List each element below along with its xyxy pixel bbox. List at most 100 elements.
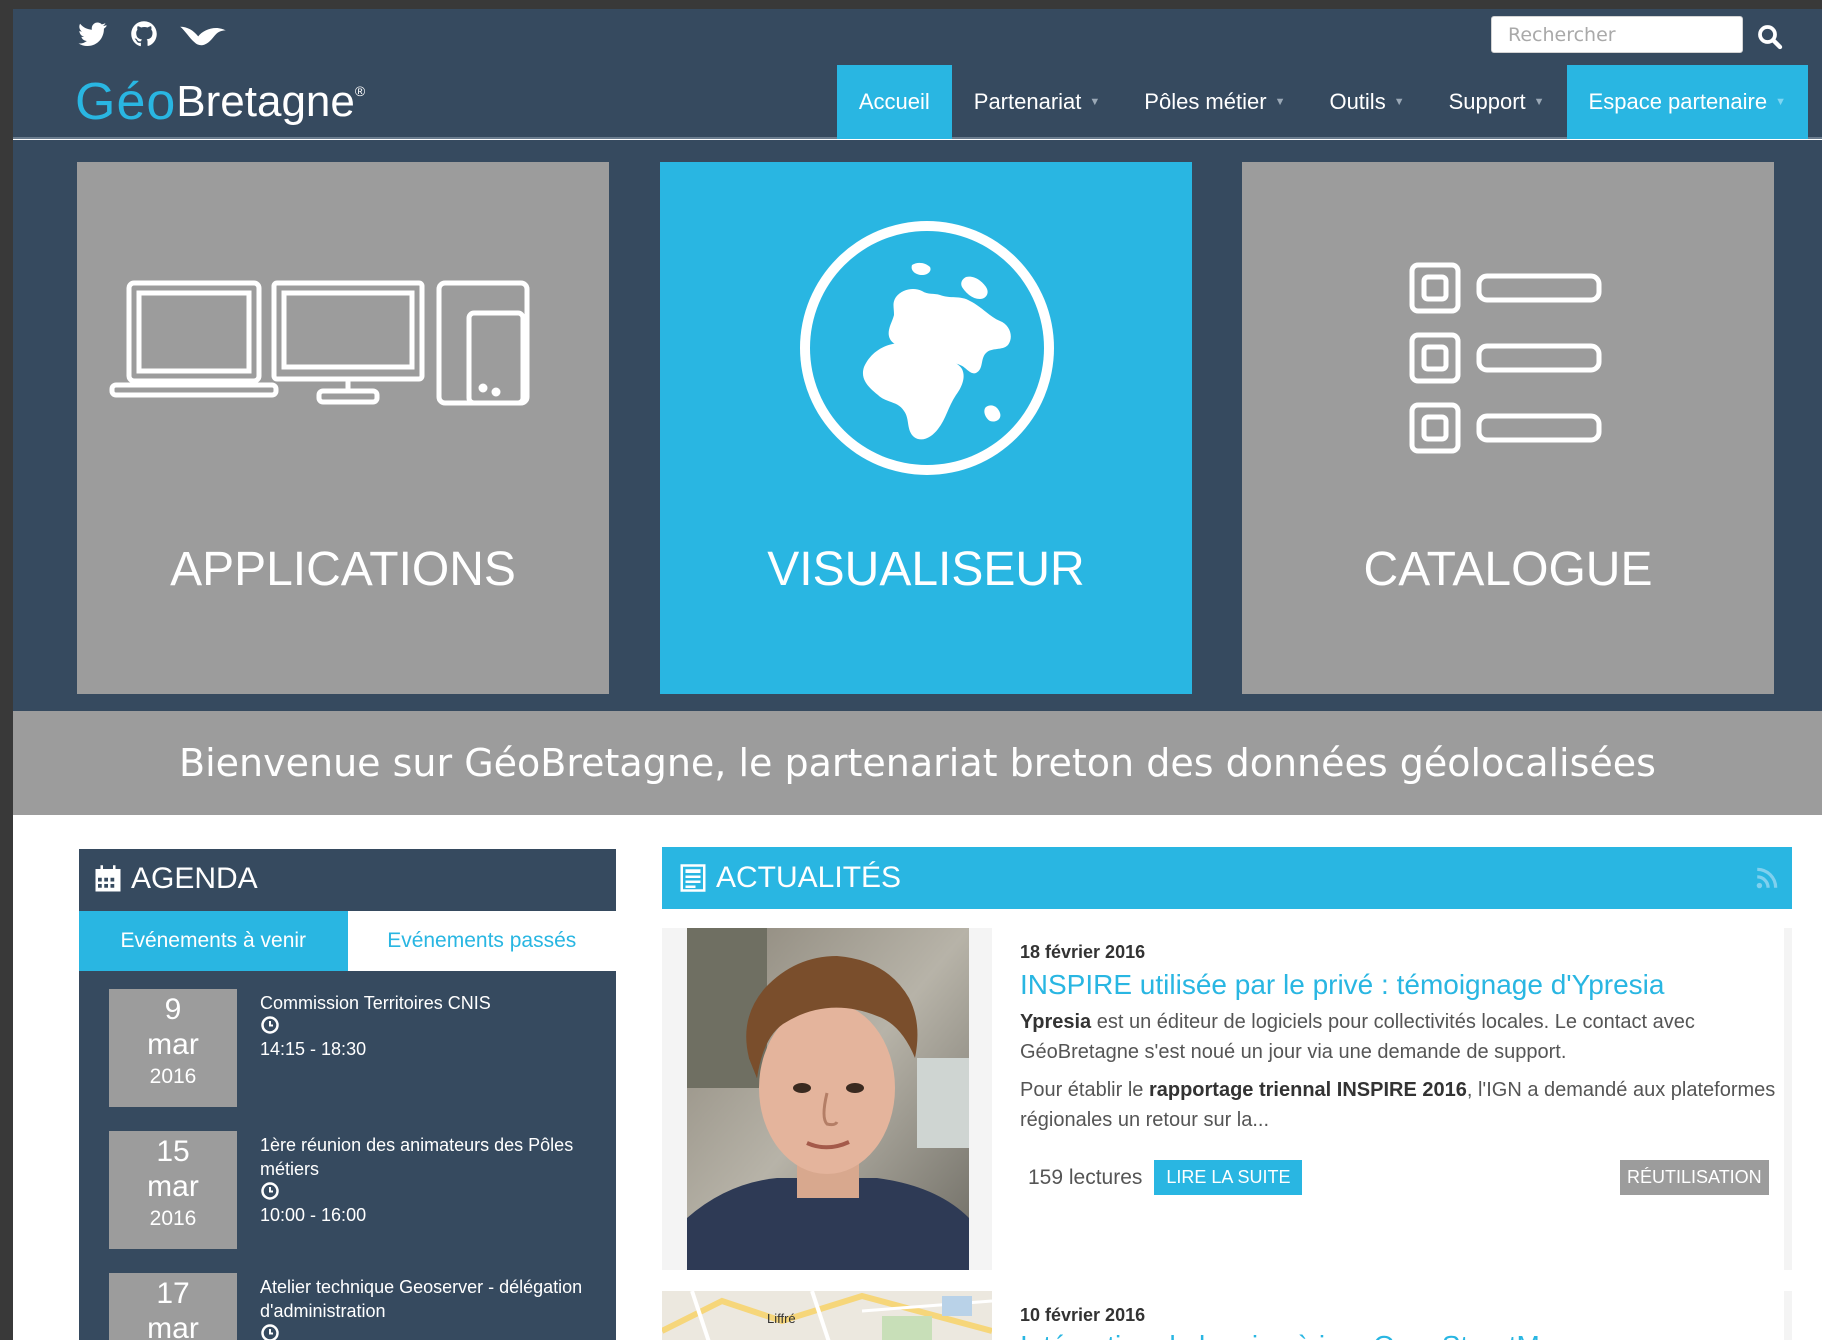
article-date: 18 février 2016 — [1020, 942, 1146, 962]
tile-applications[interactable]: APPLICATIONS — [77, 162, 609, 694]
event-info: Commission Territoires CNIS 14:15 - 18:3… — [260, 991, 605, 1061]
clock-icon — [260, 1181, 282, 1203]
article-text: Pour établir le — [1020, 1079, 1149, 1101]
read-more-button[interactable]: LIRE LA SUITE — [1152, 1158, 1305, 1197]
event-info: Atelier technique Geoserver - délégation… — [260, 1275, 605, 1340]
news-article: Liffré 10 février 2016 Intégration de la… — [662, 1291, 1792, 1340]
nav-accueil[interactable]: Accueil — [836, 65, 952, 139]
event-time: 10:00 - 16:00 — [260, 1205, 367, 1225]
article-bold: rapportage triennal INSPIRE 2016 — [1148, 1079, 1467, 1101]
nav-partenariat[interactable]: Partenariat ▼ — [952, 65, 1123, 139]
category-badge[interactable]: RÉUTILISATION — [1618, 1158, 1771, 1197]
article-text: est un éditeur de logiciels pour collect… — [1020, 1011, 1695, 1063]
tile-catalogue[interactable]: CATALOGUE — [1242, 162, 1774, 694]
event-month: mar — [147, 1028, 199, 1061]
chevron-down-icon: ▼ — [1089, 96, 1101, 108]
chevron-down-icon: ▼ — [1393, 96, 1405, 108]
nav-support[interactable]: Support ▼ — [1427, 65, 1567, 139]
agenda-panel: AGENDA Evénements à venir Evénements pas… — [79, 849, 616, 1340]
event-item[interactable]: 9 mar 2016 Commission Territoires CNIS 1… — [109, 989, 599, 1109]
event-month: mar — [147, 1170, 199, 1203]
event-day: 15 — [156, 1135, 190, 1168]
article-bold: Ypresia — [1020, 1011, 1092, 1033]
article-map-image[interactable]: Liffré — [662, 1291, 992, 1340]
nav-poles-metier[interactable]: Pôles métier ▼ — [1122, 65, 1307, 139]
welcome-banner: Bienvenue sur GéoBretagne, le partenaria… — [13, 711, 1822, 815]
page: Géo Bretagne ® Accueil Partenariat ▼ Pôle… — [13, 9, 1822, 1340]
clock-icon — [260, 1015, 282, 1037]
list-icon — [1409, 262, 1602, 454]
event-time: 14:15 - 18:30 — [260, 1039, 367, 1059]
logo[interactable]: Géo Bretagne ® — [75, 69, 365, 135]
event-year: 2016 — [149, 1065, 197, 1088]
article-footer: 159 lectures LIRE LA SUITE — [1028, 1158, 1305, 1197]
github-icon[interactable] — [127, 17, 161, 55]
event-day: 17 — [156, 1277, 190, 1310]
event-day: 9 — [164, 993, 182, 1026]
social-links — [75, 17, 227, 55]
tab-past-events[interactable]: Evénements passés — [347, 911, 616, 971]
article-body: 10 février 2016 Intégration de la mise à… — [992, 1291, 1784, 1340]
nav-menu: Accueil Partenariat ▼ Pôles métier ▼ Outil… — [836, 65, 1822, 139]
search-icon[interactable] — [1755, 22, 1785, 52]
tile-label: CATALOGUE — [1363, 543, 1653, 596]
event-date: 15 mar 2016 — [109, 1131, 237, 1249]
calendar-icon — [95, 865, 121, 892]
read-count: 159 lectures — [1028, 1165, 1143, 1189]
nav-label: Pôles métier — [1144, 89, 1267, 114]
article-paragraph: Pour établir le rapportage triennal INSP… — [1020, 1075, 1780, 1135]
nav-label: Espace partenaire — [1588, 89, 1768, 114]
map-place-label: Liffré — [767, 1311, 796, 1326]
agenda-header: AGENDA — [79, 849, 616, 909]
agenda-title: AGENDA — [131, 862, 258, 895]
article-title[interactable]: Intégration de la mise à jour OpenStreet… — [1020, 1330, 1784, 1340]
event-year: 2016 — [149, 1207, 197, 1230]
tab-upcoming-events[interactable]: Evénements à venir — [79, 911, 348, 971]
devices-icon — [109, 280, 530, 406]
globe-icon — [800, 221, 1054, 475]
news-title: ACTUALITÉS — [716, 861, 902, 894]
chevron-down-icon: ▼ — [1274, 96, 1286, 108]
nav-label: Outils — [1329, 89, 1386, 114]
event-title: Commission Territoires CNIS — [260, 993, 491, 1013]
clock-icon — [260, 1323, 282, 1340]
event-month: mar — [147, 1312, 199, 1340]
logo-geo: Géo — [75, 73, 177, 131]
chevron-down-icon: ▼ — [1533, 96, 1545, 108]
article-body: 18 février 2016 INSPIRE utilisée par le … — [992, 928, 1784, 1270]
tile-visualiseur[interactable]: VISUALISEUR — [660, 162, 1192, 694]
search-input[interactable] — [1491, 16, 1743, 53]
event-item[interactable]: 15 mar 2016 1ère réunion des animateurs … — [109, 1131, 599, 1251]
event-info: 1ère réunion des animateurs des Pôles mé… — [260, 1133, 605, 1227]
main-navbar: Géo Bretagne ® Accueil Partenariat ▼ Pôle… — [13, 65, 1822, 139]
logo-registered: ® — [354, 83, 366, 99]
chevron-down-icon: ▼ — [1775, 96, 1786, 108]
tile-label: APPLICATIONS — [170, 543, 516, 596]
nav-label: Support — [1448, 89, 1526, 114]
article-photo[interactable] — [687, 928, 969, 1270]
article-paragraph: Ypresia est un éditeur de logiciels pour… — [1020, 1007, 1780, 1067]
bird-icon[interactable] — [179, 17, 227, 55]
nav-outils[interactable]: Outils ▼ — [1307, 65, 1426, 139]
event-title: Atelier technique Geoserver - délégation… — [260, 1277, 583, 1321]
agenda-tabs: Evénements à venir Evénements passés — [79, 911, 616, 971]
article-title[interactable]: INSPIRE utilisée par le privé : témoigna… — [1020, 969, 1784, 1001]
event-date: 17 mar — [109, 1273, 237, 1340]
nav-espace-partenaire[interactable]: Espace partenaire ▼ — [1566, 65, 1808, 139]
event-item[interactable]: 17 mar Atelier technique Geoserver - dél… — [109, 1273, 599, 1340]
event-date: 9 mar 2016 — [109, 989, 237, 1107]
nav-label: Accueil — [858, 89, 930, 114]
newspaper-icon — [680, 864, 706, 892]
welcome-text: Bienvenue sur GéoBretagne, le partenaria… — [179, 741, 1656, 785]
top-bar — [13, 9, 1822, 65]
rss-icon[interactable] — [1754, 865, 1780, 891]
hero-section: APPLICATIONS VISUALISEUR CATALOGUE — [13, 140, 1822, 711]
nav-label: Partenariat — [973, 89, 1082, 114]
twitter-icon[interactable] — [75, 17, 109, 55]
event-title: 1ère réunion des animateurs des Pôles mé… — [260, 1135, 574, 1179]
logo-bretagne: Bretagne — [176, 77, 355, 126]
tile-label: VISUALISEUR — [767, 543, 1085, 596]
article-date: 10 février 2016 — [1020, 1305, 1146, 1325]
news-article: 18 février 2016 INSPIRE utilisée par le … — [662, 928, 1792, 1270]
news-header: ACTUALITÉS — [662, 847, 1792, 909]
